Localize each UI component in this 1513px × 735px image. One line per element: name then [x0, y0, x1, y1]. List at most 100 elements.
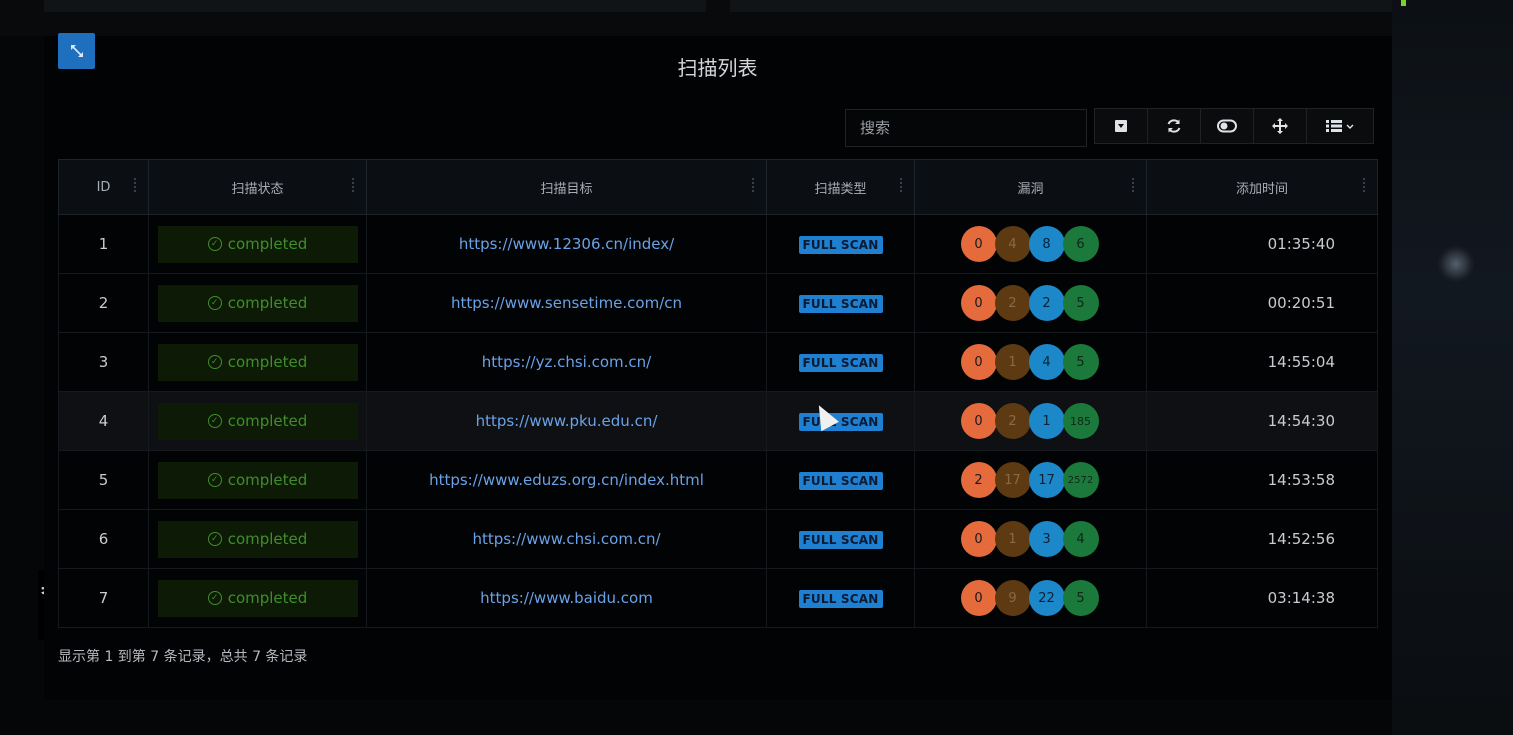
vuln-info-count[interactable]: 185 [1062, 403, 1099, 439]
vuln-high-count[interactable]: 0 [960, 285, 997, 321]
vuln-medium-count[interactable]: 1 [994, 344, 1031, 380]
vuln-high-count[interactable]: 0 [960, 580, 997, 616]
vuln-info-count[interactable]: 6 [1062, 226, 1099, 262]
target-link[interactable]: https://www.chsi.com.cn/ [472, 530, 660, 548]
status-cell: ✓ completed [148, 273, 367, 333]
refresh-icon [1167, 119, 1181, 133]
sort-icon [134, 178, 140, 192]
vuln-info-count[interactable]: 5 [1062, 580, 1099, 616]
status-cell: ✓ completed [148, 509, 367, 569]
vulns-cell: 0 1 4 5 [914, 332, 1147, 392]
vuln-info-count[interactable]: 4 [1062, 521, 1099, 557]
vuln-info-count[interactable]: 2572 [1062, 462, 1099, 498]
background-glow [1438, 246, 1474, 282]
vuln-low-count[interactable]: 8 [1028, 226, 1065, 262]
green-indicator [1401, 0, 1406, 6]
check-circle-icon: ✓ [207, 355, 222, 369]
vuln-medium-count[interactable]: 4 [994, 226, 1031, 262]
move-icon [1272, 118, 1288, 134]
column-header-label: 扫描状态 [231, 181, 284, 197]
status-label: completed [227, 235, 308, 253]
column-header-label: 添加时间 [1235, 181, 1288, 197]
column-header-label: 漏洞 [1017, 181, 1044, 197]
refresh-button[interactable] [1148, 109, 1201, 143]
vuln-counts: 0 1 4 5 [915, 344, 1146, 380]
column-header-added-time[interactable]: 添加时间 [1146, 159, 1378, 215]
status-badge: ✓ completed [157, 520, 358, 558]
table-row[interactable]: 5 ✓ completed https://www.eduzs.org.cn/in… [58, 450, 1378, 510]
status-badge: ✓ completed [157, 284, 358, 322]
vuln-low-count[interactable]: 2 [1028, 285, 1065, 321]
vuln-info-count[interactable]: 5 [1062, 285, 1099, 321]
column-header-status[interactable]: 扫描状态 [148, 159, 367, 215]
table-row[interactable]: 1 ✓ completed https://www.12306.cn/index/… [58, 214, 1378, 274]
column-header-target[interactable]: 扫描目标 [366, 159, 767, 215]
target-cell: https://www.pku.edu.cn/ [366, 391, 767, 451]
right-background [1392, 0, 1513, 735]
column-header-vulns[interactable]: 漏洞 [914, 159, 1147, 215]
added-time: 00:20:51 [1146, 273, 1378, 333]
table-row[interactable]: 4 ✓ completed https://www.pku.edu.cn/ FUL… [58, 391, 1378, 451]
scan-table-wrapper: ID 扫描状态 扫描目标 扫描类型 漏洞 添加时间 1 ✓ completed h… [58, 159, 1378, 628]
status-label: completed [227, 294, 308, 312]
toggle-panel-button[interactable] [1095, 109, 1148, 143]
added-time: 03:14:38 [1146, 568, 1378, 628]
target-link[interactable]: https://www.baidu.com [480, 589, 653, 607]
type-cell: FULL SCAN [766, 214, 915, 274]
toggle-view-icon [1217, 119, 1237, 133]
vuln-low-count[interactable]: 1 [1028, 403, 1065, 439]
status-label: completed [227, 530, 308, 548]
vuln-medium-count[interactable]: 2 [994, 285, 1031, 321]
vuln-medium-count[interactable]: 2 [994, 403, 1031, 439]
table-row[interactable]: 6 ✓ completed https://www.chsi.com.cn/ FU… [58, 509, 1378, 569]
table-row[interactable]: 7 ✓ completed https://www.baidu.com FULL … [58, 568, 1378, 628]
target-link[interactable]: https://www.sensetime.com/cn [451, 294, 682, 312]
scan-type-badge: FULL SCAN [798, 412, 883, 431]
vuln-medium-count[interactable]: 9 [994, 580, 1031, 616]
target-link[interactable]: https://yz.chsi.com.cn/ [482, 353, 651, 371]
vuln-low-count[interactable]: 17 [1028, 462, 1065, 498]
check-circle-icon: ✓ [207, 296, 222, 310]
table-row[interactable]: 3 ✓ completed https://yz.chsi.com.cn/ FUL… [58, 332, 1378, 392]
target-link[interactable]: https://www.12306.cn/index/ [459, 235, 674, 253]
scan-table: ID 扫描状态 扫描目标 扫描类型 漏洞 添加时间 1 ✓ completed h… [58, 159, 1378, 628]
vuln-medium-count[interactable]: 1 [994, 521, 1031, 557]
move-button[interactable] [1254, 109, 1307, 143]
type-cell: FULL SCAN [766, 273, 915, 333]
check-circle-icon: ✓ [207, 473, 222, 487]
vuln-high-count[interactable]: 0 [960, 344, 997, 380]
scan-type-badge: FULL SCAN [798, 589, 883, 608]
vuln-low-count[interactable]: 3 [1028, 521, 1065, 557]
type-cell: FULL SCAN [766, 391, 915, 451]
target-link[interactable]: https://www.eduzs.org.cn/index.html [429, 471, 704, 489]
toggle-view-button[interactable] [1201, 109, 1254, 143]
status-badge: ✓ completed [157, 579, 358, 617]
target-cell: https://www.12306.cn/index/ [366, 214, 767, 274]
vuln-high-count[interactable]: 2 [960, 462, 997, 498]
sort-icon [900, 178, 906, 192]
target-cell: https://yz.chsi.com.cn/ [366, 332, 767, 392]
column-header-label: ID [96, 179, 111, 195]
table-row[interactable]: 2 ✓ completed https://www.sensetime.com/c… [58, 273, 1378, 333]
column-header-id[interactable]: ID [58, 159, 149, 215]
scan-type-badge: FULL SCAN [798, 353, 883, 372]
table-header-row: ID 扫描状态 扫描目标 扫描类型 漏洞 添加时间 [58, 159, 1378, 215]
vuln-high-count[interactable]: 0 [960, 226, 997, 262]
vuln-medium-count[interactable]: 17 [994, 462, 1031, 498]
vuln-low-count[interactable]: 22 [1028, 580, 1065, 616]
row-id: 5 [58, 450, 149, 510]
column-header-type[interactable]: 扫描类型 [766, 159, 915, 215]
row-id: 7 [58, 568, 149, 628]
columns-button[interactable] [1307, 109, 1373, 143]
search-input[interactable] [845, 109, 1087, 147]
vuln-low-count[interactable]: 4 [1028, 344, 1065, 380]
scan-type-badge: FULL SCAN [798, 235, 883, 254]
type-cell: FULL SCAN [766, 509, 915, 569]
vuln-high-count[interactable]: 0 [960, 521, 997, 557]
row-id: 3 [58, 332, 149, 392]
vuln-high-count[interactable]: 0 [960, 403, 997, 439]
vuln-info-count[interactable]: 5 [1062, 344, 1099, 380]
check-circle-icon: ✓ [207, 414, 222, 428]
target-link[interactable]: https://www.pku.edu.cn/ [476, 412, 658, 430]
sort-icon [352, 178, 358, 192]
